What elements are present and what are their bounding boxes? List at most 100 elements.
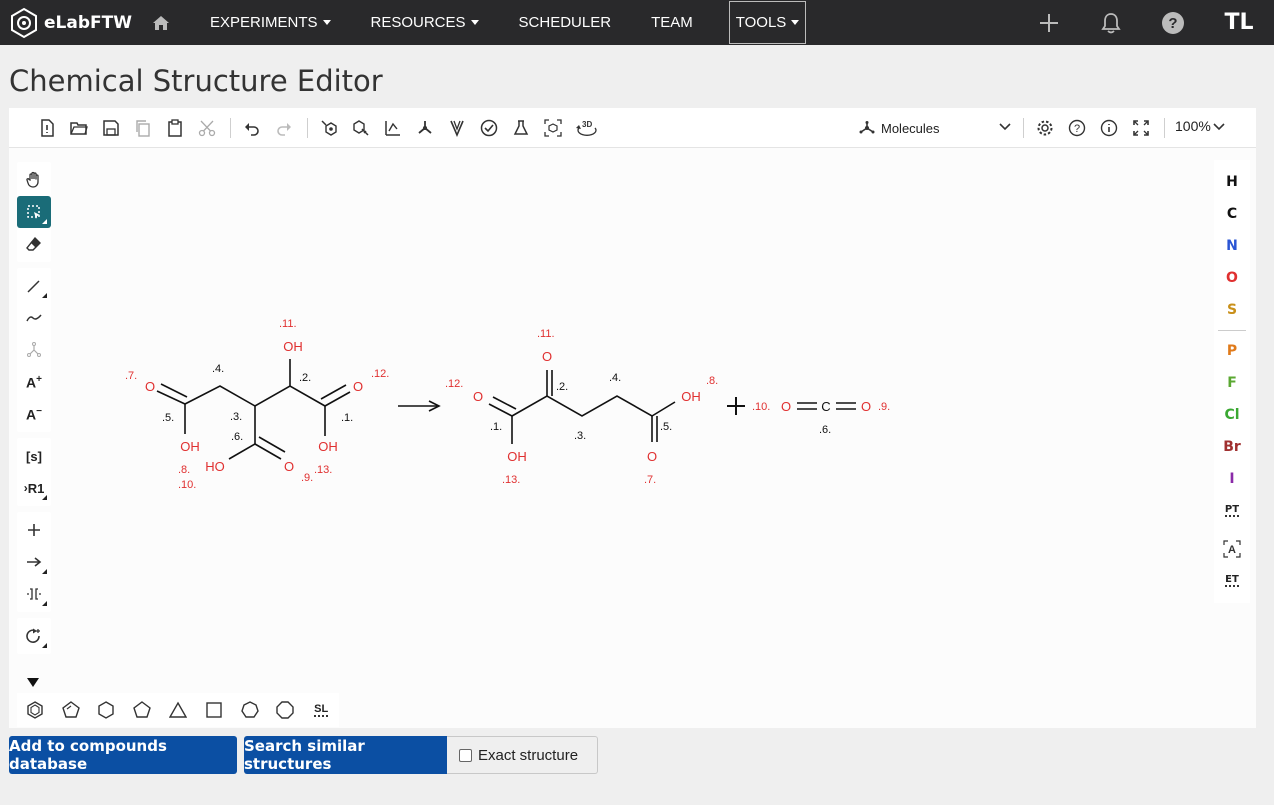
atom-n-button[interactable]: N — [1214, 230, 1250, 262]
atom-o-button[interactable]: O — [1214, 262, 1250, 294]
cyclopropane-icon[interactable] — [160, 693, 196, 727]
exact-structure-toggle[interactable]: Exact structure — [447, 736, 598, 774]
index-label: .12. — [371, 368, 389, 380]
add-to-compounds-button[interactable]: Add to compounds database — [9, 736, 237, 774]
cut-icon[interactable] — [197, 118, 217, 138]
atom-s-button[interactable]: S — [1214, 294, 1250, 326]
aromatize-icon[interactable] — [383, 118, 403, 138]
paste-icon[interactable] — [165, 118, 185, 138]
reaction-mapping-icon[interactable] — [17, 578, 51, 610]
index-label: .13. — [502, 474, 520, 486]
stereo-icon[interactable] — [447, 118, 467, 138]
atom-p-button[interactable]: P — [1214, 335, 1250, 367]
calculate-cip-icon[interactable] — [415, 118, 435, 138]
atom-label-oh-right: OH — [681, 389, 701, 404]
index-label: .10. — [752, 401, 770, 413]
periodic-table-button[interactable]: PT — [1214, 495, 1250, 527]
rgroup-fragment-icon[interactable] — [17, 334, 51, 366]
settings-gear-icon[interactable] — [1035, 118, 1055, 138]
atom-label-o-left: O — [145, 379, 155, 394]
charge-plus-icon[interactable]: A+ — [17, 366, 51, 398]
cyclobutane-icon[interactable] — [196, 693, 232, 727]
layout-icon[interactable] — [319, 118, 339, 138]
save-icon[interactable] — [101, 118, 121, 138]
sgroup-tool[interactable]: [s] — [17, 440, 51, 472]
copy-icon[interactable] — [133, 118, 153, 138]
nav-experiments[interactable]: EXPERIMENTS — [190, 0, 351, 45]
atom-i-button[interactable]: I — [1214, 463, 1250, 495]
index-label: .12. — [445, 378, 463, 390]
notifications-bell-icon[interactable] — [1080, 0, 1142, 45]
atom-label-ho-center: HO — [205, 459, 225, 474]
top-toolbar: 3D Molecules ? 100% — [9, 108, 1256, 148]
eraser-icon[interactable] — [17, 228, 51, 260]
index-label: .7. — [125, 370, 137, 382]
analyse-flask-icon[interactable] — [511, 118, 531, 138]
expand-down-icon[interactable] — [27, 678, 39, 687]
nav-team[interactable]: TEAM — [631, 0, 713, 45]
single-bond-icon[interactable] — [17, 270, 51, 302]
chevron-down-icon — [1213, 123, 1225, 131]
help-icon[interactable]: ? — [1067, 118, 1087, 138]
index-label: .6. — [231, 431, 243, 443]
reaction-arrow-icon[interactable] — [17, 546, 51, 578]
extended-table-label: ET — [1225, 574, 1239, 587]
3d-view-icon[interactable]: 3D — [575, 118, 599, 138]
check-structure-icon[interactable] — [479, 118, 499, 138]
index-label: .1. — [490, 421, 502, 433]
cyclohexane-icon[interactable] — [89, 693, 125, 727]
atom-c-button[interactable]: C — [1214, 198, 1250, 230]
atom-cl-button[interactable]: Cl — [1214, 399, 1250, 431]
redo-icon[interactable] — [274, 118, 294, 138]
divider — [1218, 330, 1246, 331]
cycloheptane-icon[interactable] — [232, 693, 268, 727]
any-atom-icon[interactable]: A — [1214, 533, 1250, 565]
nav-tools[interactable]: TOOLS — [728, 1, 807, 44]
reaction-plus-icon[interactable] — [17, 514, 51, 546]
rotate-icon[interactable] — [17, 620, 51, 652]
create-plus-icon[interactable] — [1018, 0, 1080, 45]
svg-text:?: ? — [1074, 123, 1080, 135]
nav-scheduler[interactable]: SCHEDULER — [499, 0, 632, 45]
structure-library-button[interactable]: SL — [303, 693, 339, 727]
open-folder-icon[interactable] — [69, 118, 89, 138]
nav-resources[interactable]: RESOURCES — [351, 0, 499, 45]
rgroup-tool[interactable]: › R1 — [17, 472, 51, 504]
hand-tool-icon[interactable] — [17, 164, 51, 196]
extended-table-button[interactable]: ET — [1214, 565, 1250, 597]
index-label: .4. — [212, 363, 224, 375]
search-similar-button[interactable]: Search similar structures — [244, 736, 447, 774]
cyclopentadiene-icon[interactable] — [53, 693, 89, 727]
brand[interactable]: eLabFTW — [8, 0, 132, 45]
undo-icon[interactable] — [242, 118, 262, 138]
atom-h-button[interactable]: H — [1214, 166, 1250, 198]
exact-structure-label: Exact structure — [478, 746, 579, 764]
home-icon[interactable] — [150, 12, 172, 34]
user-avatar[interactable]: TL — [1204, 10, 1274, 35]
charge-minus-icon[interactable]: A− — [17, 398, 51, 430]
exact-structure-checkbox[interactable] — [459, 748, 472, 762]
chain-icon[interactable] — [17, 302, 51, 334]
index-label: .11. — [279, 318, 297, 330]
atom-br-button[interactable]: Br — [1214, 431, 1250, 463]
new-document-icon[interactable] — [37, 118, 57, 138]
help-question-icon[interactable]: ? — [1142, 0, 1204, 45]
caret-down-icon — [791, 20, 800, 25]
index-label: .13. — [314, 464, 332, 476]
benzene-icon[interactable] — [17, 693, 53, 727]
cyclooctane-icon[interactable] — [267, 693, 303, 727]
drawing-canvas[interactable]: O OH OH O OH HO O O O OH OH O O O C .1. … — [9, 148, 1209, 728]
recognize-icon[interactable] — [543, 118, 563, 138]
clean-up-icon[interactable] — [351, 118, 371, 138]
index-label: .10. — [178, 479, 196, 491]
zoom-value: 100% — [1175, 118, 1211, 134]
mode-select[interactable]: Molecules — [859, 116, 1011, 140]
select-rectangle-icon[interactable] — [17, 196, 51, 228]
zoom-select[interactable]: 100% — [1175, 118, 1225, 134]
svg-text:3D: 3D — [582, 120, 592, 129]
cyclopentane-icon[interactable] — [124, 693, 160, 727]
about-info-icon[interactable] — [1099, 118, 1119, 138]
atom-f-button[interactable]: F — [1214, 367, 1250, 399]
fullscreen-icon[interactable] — [1131, 118, 1151, 138]
index-label: .3. — [574, 430, 586, 442]
